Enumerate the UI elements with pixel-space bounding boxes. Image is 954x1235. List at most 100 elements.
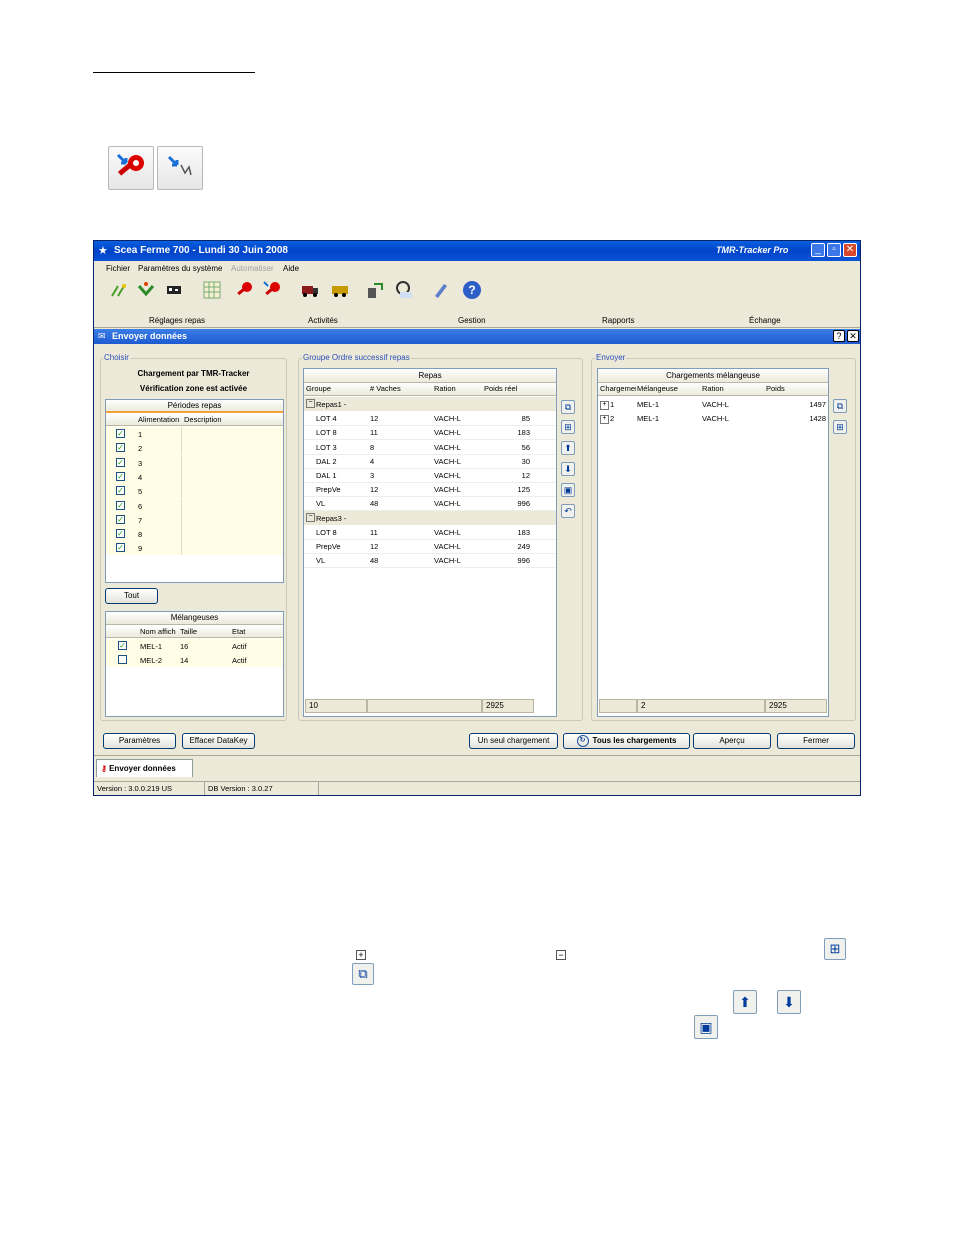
mixer-checkbox[interactable]: ✓ <box>118 641 127 650</box>
mixer-tool-icon[interactable] <box>330 280 350 300</box>
feed-tool-icon[interactable] <box>136 280 156 300</box>
mixer-size: 14 <box>180 656 189 665</box>
subwindow-close-button[interactable]: ✕ <box>847 330 859 342</box>
title-bar: ★ Scea Ferme 700 - Lundi 30 Juin 2008 TM… <box>94 241 860 261</box>
restore-button[interactable]: ▫ <box>827 243 841 257</box>
period-checkbox[interactable]: ✓ <box>116 543 125 553</box>
collapse-toggle-icon[interactable]: − <box>306 512 315 522</box>
mixer-row[interactable]: ✓ MEL-1 16 Actif <box>106 639 283 653</box>
key-red-tool-icon[interactable] <box>234 280 254 300</box>
document-underline <box>93 72 255 73</box>
repas-row[interactable]: DAL 2 4 VACH-L 30 <box>304 454 556 469</box>
period-checkbox[interactable]: ✓ <box>116 471 125 481</box>
fermer-button[interactable]: Fermer <box>777 733 855 749</box>
period-row[interactable]: ✓ 5 <box>106 484 283 499</box>
repas-row[interactable]: PrepVe 12 VACH-L 125 <box>304 482 556 498</box>
cows-tool-icon[interactable] <box>164 280 184 300</box>
help-doc-tool-icon[interactable] <box>394 280 414 300</box>
close-button[interactable]: ✕ <box>843 243 857 257</box>
period-checkbox[interactable]: ✓ <box>116 529 125 539</box>
repas-section-row[interactable]: − Repas1 - <box>304 397 556 411</box>
collapse-toggle-icon[interactable]: − <box>306 399 315 408</box>
col-melangeuse: Mélangeuse <box>637 384 678 393</box>
key-red2-tool-icon[interactable] <box>262 280 282 300</box>
repas-section-name: Repas3 - <box>316 513 347 523</box>
repas-row[interactable]: LOT 3 8 VACH-L 56 <box>304 440 556 455</box>
mixer-size: 16 <box>180 642 189 651</box>
save-icon[interactable]: ▣ <box>561 483 575 497</box>
parametres-button[interactable]: Paramètres <box>103 733 176 749</box>
category-gestion[interactable]: Gestion <box>458 316 486 325</box>
un-seul-chargement-button[interactable]: Un seul chargement <box>469 733 558 749</box>
truck-tool-icon[interactable] <box>300 280 320 300</box>
minimize-button[interactable]: _ <box>811 243 825 257</box>
tab-key-icon: ⚷ <box>101 764 107 773</box>
category-echange[interactable]: Échange <box>749 316 781 325</box>
category-reglages[interactable]: Réglages repas <box>149 316 205 325</box>
period-row[interactable]: ✓ 4 <box>106 469 283 484</box>
period-checkbox[interactable]: ✓ <box>116 486 125 496</box>
period-checkbox[interactable]: ✓ <box>116 457 125 467</box>
move-down-icon[interactable]: ⬇ <box>561 462 575 476</box>
repas-row[interactable]: LOT 4 12 VACH-L 85 <box>304 411 556 427</box>
periods-table: Périodes repas Alimentation Description … <box>105 399 284 583</box>
wand-tool-icon[interactable] <box>108 280 128 300</box>
period-checkbox[interactable]: ✓ <box>116 443 125 453</box>
mixer-row[interactable]: MEL-2 14 Actif <box>106 653 283 667</box>
category-activites[interactable]: Activités <box>308 316 338 325</box>
menu-parametres[interactable]: Paramètres du système <box>138 264 222 273</box>
period-row[interactable]: ✓ 2 <box>106 441 283 456</box>
edit-tool-icon[interactable] <box>430 280 450 300</box>
menu-fichier[interactable]: Fichier <box>106 264 130 273</box>
repas-groupe: DAL 2 <box>316 456 337 466</box>
period-row[interactable]: ✓ 6 <box>106 498 283 513</box>
chargement-row[interactable]: +2 MEL-1 VACH-L 1428 <box>598 411 828 425</box>
period-divider <box>181 541 182 556</box>
tout-button[interactable]: Tout <box>105 588 158 604</box>
repas-groupe: LOT 4 <box>316 414 337 424</box>
doc-up-icon: ⬆ <box>733 990 757 1014</box>
doc-down-icon: ⬇ <box>777 990 801 1014</box>
expand-toggle-icon[interactable]: + <box>600 401 609 410</box>
charg-expand-icon[interactable]: ⊞ <box>833 420 847 434</box>
effacer-datakey-button[interactable]: Effacer DataKey <box>182 733 255 749</box>
expand-all-icon[interactable]: ⊞ <box>561 420 575 434</box>
expand-toggle-icon[interactable]: + <box>600 415 609 424</box>
grid-tool-icon[interactable] <box>202 280 222 300</box>
menu-automatiser[interactable]: Automatiser <box>231 264 274 273</box>
repas-row[interactable]: LOT 8 11 VACH-L 183 <box>304 425 556 441</box>
repas-row[interactable]: LOT 8 11 VACH-L 183 <box>304 525 556 540</box>
period-row[interactable]: ✓ 7 <box>106 512 283 527</box>
collapse-all-icon[interactable]: ⧉ <box>561 400 575 414</box>
tous-chargements-button[interactable]: ↻ Tous les chargements <box>563 733 690 749</box>
repas-row[interactable]: PrepVe 12 VACH-L 249 <box>304 539 556 554</box>
mixers-body: ✓ MEL-1 16 Actif MEL-2 14 Actif <box>106 639 283 667</box>
period-row[interactable]: ✓ 3 <box>106 455 283 470</box>
move-up-icon[interactable]: ⬆ <box>561 441 575 455</box>
charg-collapse-icon[interactable]: ⧉ <box>833 399 847 413</box>
period-row[interactable]: ✓ 8 <box>106 527 283 542</box>
repas-row[interactable]: DAL 1 3 VACH-L 12 <box>304 468 556 483</box>
period-row[interactable]: ✓ 9 <box>106 541 283 556</box>
menu-aide[interactable]: Aide <box>283 264 299 273</box>
repas-row[interactable]: VL 48 VACH-L 996 <box>304 553 556 569</box>
repas-poids: 183 <box>517 527 530 537</box>
category-rapports[interactable]: Rapports <box>602 316 634 325</box>
help-icon[interactable]: ? <box>462 280 482 300</box>
tab-label: Envoyer données <box>109 764 176 773</box>
period-checkbox[interactable]: ✓ <box>116 429 125 438</box>
transfer-tool-icon[interactable] <box>366 280 386 300</box>
period-row[interactable]: ✓ 1 <box>106 427 283 441</box>
repas-row[interactable]: VL 48 VACH-L 996 <box>304 496 556 512</box>
undo-icon[interactable]: ↶ <box>561 504 575 518</box>
repas-groupe: LOT 8 <box>316 428 337 438</box>
period-checkbox[interactable]: ✓ <box>116 500 125 510</box>
chargement-row[interactable]: +1 MEL-1 VACH-L 1497 <box>598 397 828 411</box>
repas-vaches: 3 <box>370 471 375 480</box>
period-checkbox[interactable]: ✓ <box>116 514 125 524</box>
mixer-checkbox[interactable] <box>118 655 127 664</box>
repas-section-row[interactable]: − Repas3 - <box>304 510 556 525</box>
tab-envoyer-donnees[interactable]: ⚷ Envoyer données <box>96 759 193 777</box>
subwindow-help-button[interactable]: ? <box>833 330 845 342</box>
apercu-button[interactable]: Aperçu <box>693 733 771 749</box>
